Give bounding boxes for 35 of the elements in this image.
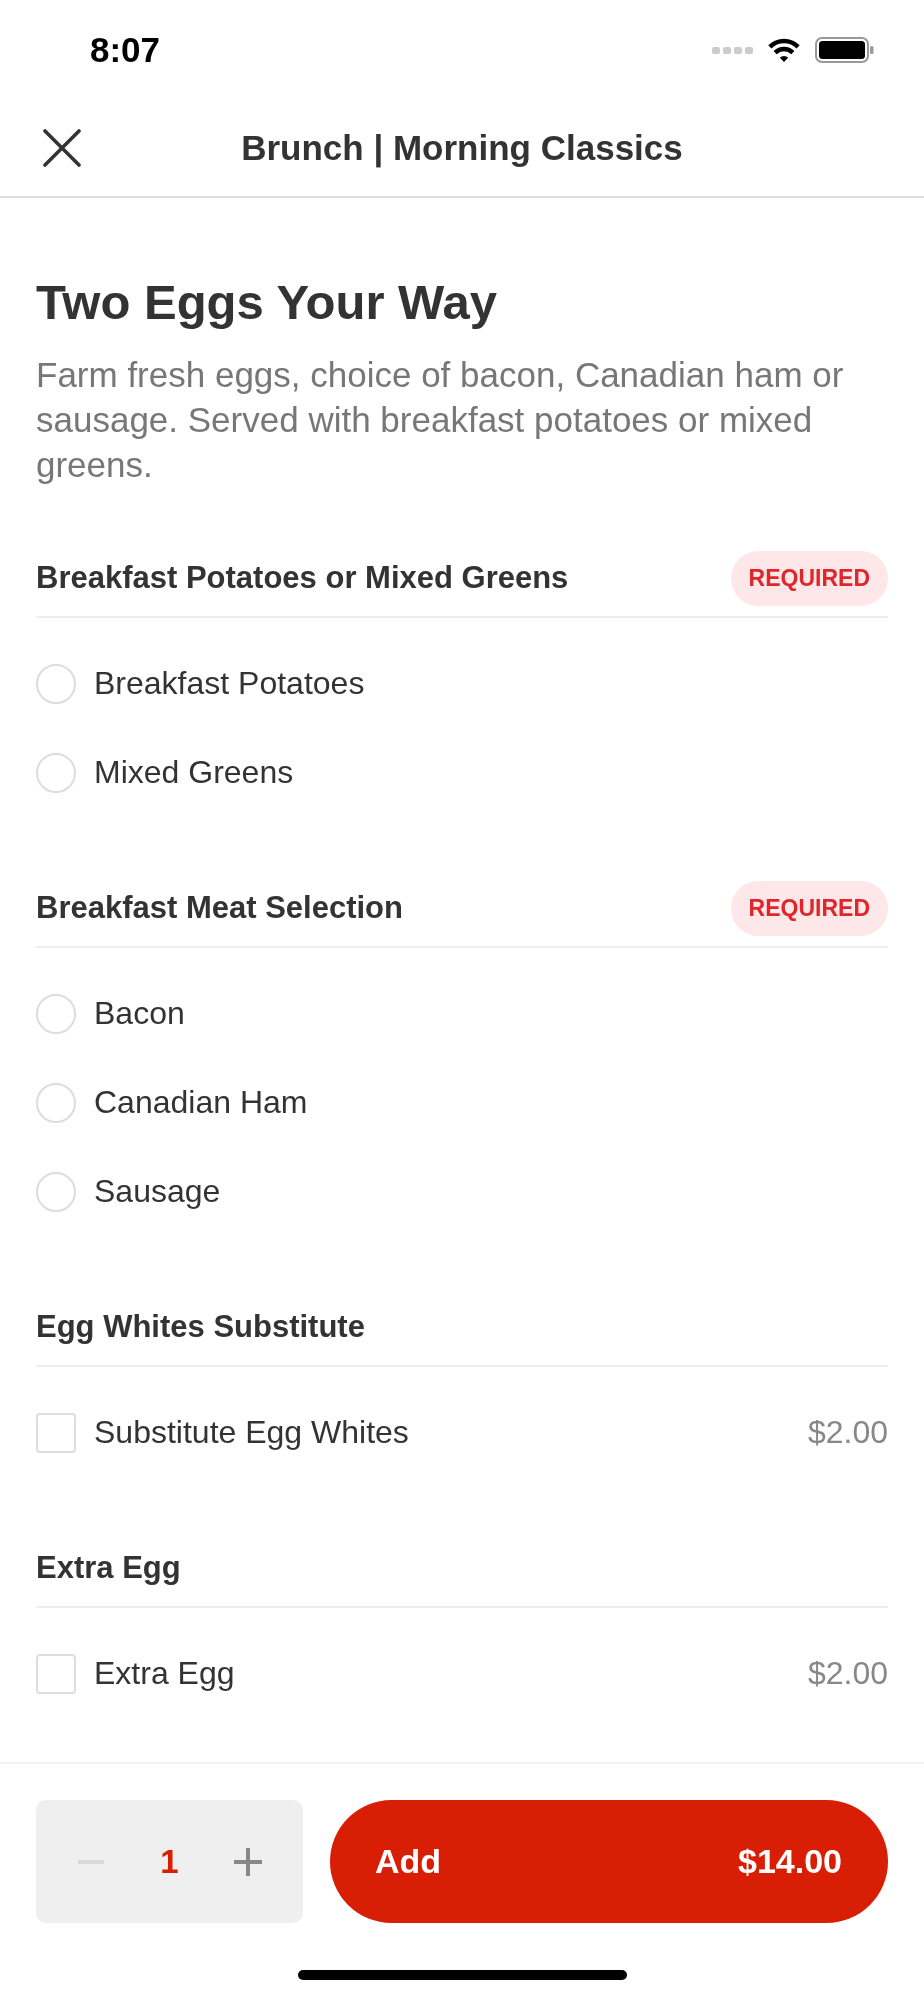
radio-button[interactable] — [36, 752, 76, 793]
checkbox[interactable] — [36, 1653, 76, 1694]
required-badge: REQUIRED — [730, 550, 888, 606]
header-title: Brunch | Morning Classics — [241, 128, 683, 168]
increase-button[interactable] — [233, 1847, 262, 1876]
option-label[interactable]: Sausage — [94, 1173, 221, 1210]
close-icon — [43, 129, 81, 167]
radio-button[interactable] — [36, 1082, 76, 1123]
section-title: Egg Whites Substitute — [36, 1309, 365, 1345]
option-label[interactable]: Mixed Greens — [94, 754, 294, 791]
option-price: $2.00 — [807, 1414, 888, 1451]
radio-button[interactable] — [36, 663, 76, 704]
add-to-order-button[interactable]: Add $14.00 — [330, 1800, 888, 1923]
radio-button[interactable] — [36, 1171, 76, 1212]
signal-icon — [712, 46, 753, 54]
option-label[interactable]: Bacon — [94, 995, 185, 1032]
option-label[interactable]: Substitute Egg Whites — [94, 1414, 409, 1451]
close-button[interactable] — [43, 129, 81, 167]
checkbox[interactable] — [36, 1412, 76, 1453]
option-price: $2.00 — [807, 1655, 888, 1692]
battery-icon — [815, 37, 874, 63]
quantity-value: 1 — [160, 1842, 179, 1881]
item-description: Farm fresh eggs, choice of bacon, Canadian ham or sausage. Served with breakfast potatoes or mixed greens. — [36, 354, 845, 486]
option-label[interactable]: Breakfast Potatoes — [94, 665, 365, 702]
radio-button[interactable] — [36, 993, 76, 1034]
item-title: Two Eggs Your Way — [36, 274, 498, 331]
section-title: Extra Egg — [36, 1550, 181, 1586]
status-time: 8:07 — [90, 30, 161, 70]
section-title: Breakfast Potatoes or Mixed Greens — [36, 560, 569, 596]
section-title: Breakfast Meat Selection — [36, 890, 403, 926]
required-badge: REQUIRED — [730, 880, 888, 936]
option-label[interactable]: Canadian Ham — [94, 1084, 308, 1121]
plus-icon — [233, 1847, 262, 1876]
option-label[interactable]: Extra Egg — [94, 1655, 235, 1692]
wifi-icon — [768, 37, 800, 63]
